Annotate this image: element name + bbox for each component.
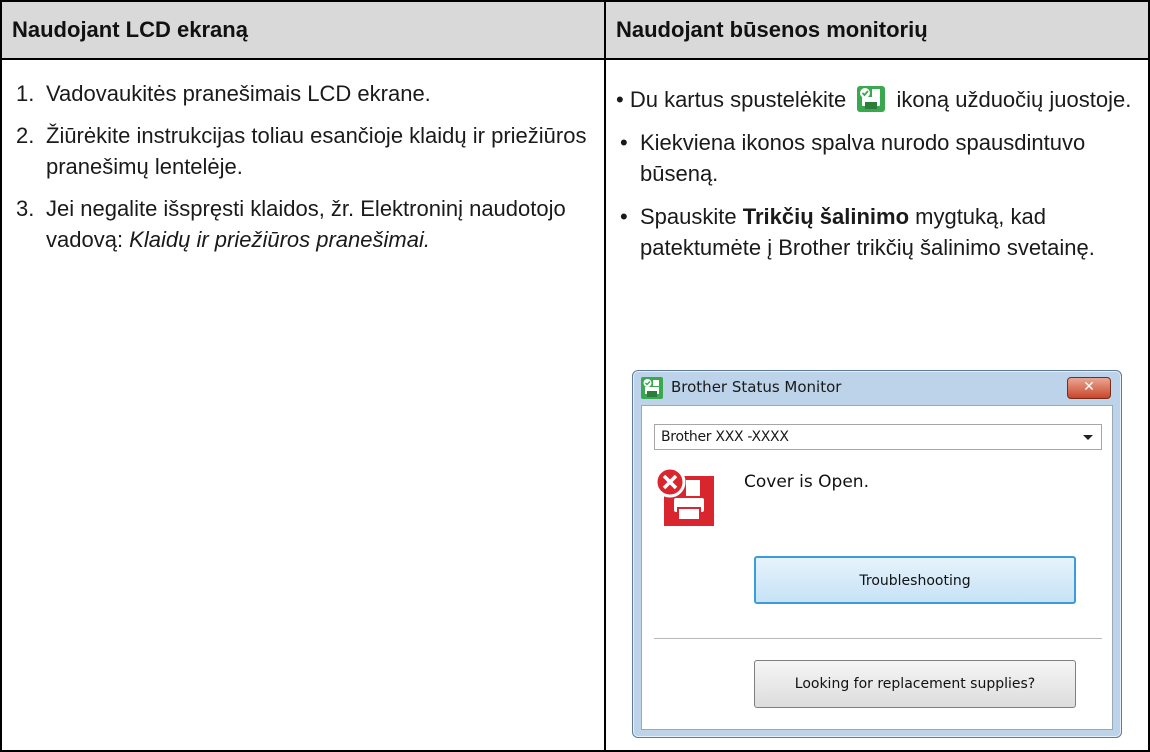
troubleshooting-term: Trikčių šalinimo (742, 204, 910, 229)
bullet-text: Du kartus spustelėkite (629, 87, 847, 112)
bullet-dot: • (616, 87, 624, 112)
step-3: 3. Jei negalite išspręsti klaidos, žr. E… (16, 193, 590, 255)
replacement-supplies-button[interactable]: Looking for replacement supplies? (754, 660, 1076, 708)
header-lcd: Naudojant LCD ekraną (12, 17, 248, 42)
step-number: 1. (16, 81, 35, 106)
step-text: Vadovaukitės pranešimais LCD ekrane. (46, 81, 431, 106)
window-title: Brother Status Monitor (671, 378, 842, 396)
step-number: 3. (16, 196, 35, 221)
bullet-dot: • (620, 130, 628, 155)
status-monitor-icon (857, 86, 886, 112)
status-monitor-icon (641, 377, 663, 399)
bullet-text: Kiekviena ikonos spalva nurodo spausdint… (640, 130, 1086, 186)
chevron-down-icon[interactable] (1083, 435, 1093, 440)
bullet-dot: • (620, 204, 628, 229)
bullet-text: ikoną užduočių juostoje. (896, 87, 1132, 112)
table-header: Naudojant LCD ekraną Naudojant būsenos m… (2, 2, 1148, 60)
selected-printer: Brother XXX -XXXX (661, 429, 789, 445)
step-text: Žiūrėkite instrukcijas toliau esančioje … (46, 123, 587, 179)
printer-select[interactable]: Brother XXX -XXXX (654, 424, 1102, 450)
bullet-text-part: Spauskite (640, 204, 743, 229)
step-1: 1. Vadovaukitės pranešimais LCD ekrane. (16, 78, 590, 109)
status-monitor-instructions: • Du kartus spustelėkite ikoną užduočių … (606, 60, 1150, 275)
status-monitor-window: Brother Status Monitor ✕ Brother XXX -XX… (632, 370, 1122, 738)
bullet-2: • Kiekviena ikonos spalva nurodo spausdi… (616, 127, 1140, 189)
window-titlebar[interactable]: Brother Status Monitor ✕ (633, 371, 1121, 405)
divider (654, 638, 1102, 639)
status-message: Cover is Open. (744, 472, 869, 492)
step-number: 2. (16, 123, 35, 148)
bullet-3: • Spauskite Trikčių šalinimo mygtuką, ka… (616, 201, 1140, 263)
step-2: 2. Žiūrėkite instrukcijas toliau esančio… (16, 120, 590, 182)
bullet-1: • Du kartus spustelėkite ikoną užduočių … (616, 84, 1140, 115)
window-content: Brother XXX -XXXX Cover is Open. Trouble… (641, 405, 1113, 730)
header-status-monitor: Naudojant būsenos monitorių (616, 17, 928, 42)
troubleshooting-button[interactable]: Troubleshooting (754, 556, 1076, 604)
lcd-instructions: 1. Vadovaukitės pranešimais LCD ekrane. … (2, 60, 604, 266)
manual-section-reference: Klaidų ir priežiūros pranešimai. (129, 227, 430, 252)
step-text: Jei negalite išspręsti klaidos, žr. Elek… (46, 193, 590, 255)
bullet-text: Spauskite Trikčių šalinimo mygtuką, kad … (640, 201, 1140, 263)
close-button[interactable]: ✕ (1067, 377, 1111, 399)
printer-error-icon (654, 466, 714, 526)
